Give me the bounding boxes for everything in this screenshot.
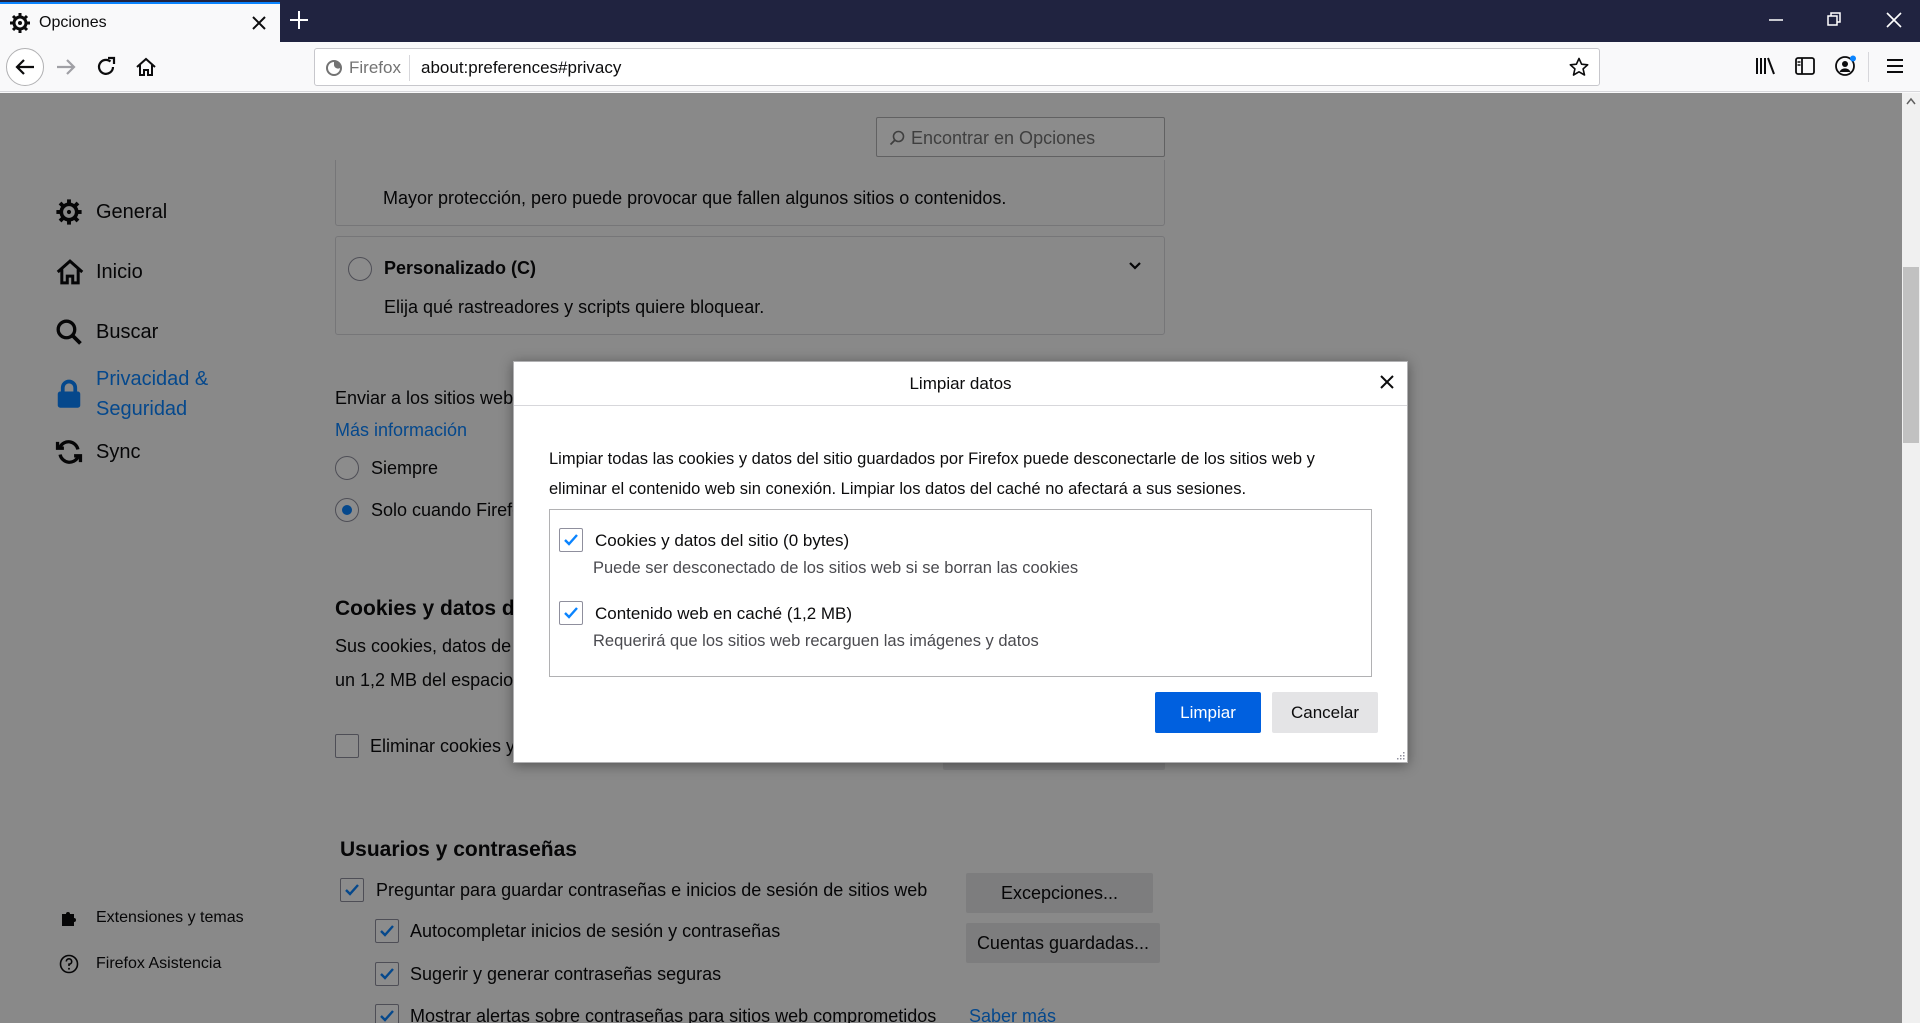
url-text[interactable]: about:preferences#privacy	[421, 58, 621, 78]
scroll-up-icon[interactable]	[1906, 97, 1916, 105]
restore-icon[interactable]	[1826, 10, 1842, 30]
back-button[interactable]	[6, 48, 44, 86]
scrollbar-thumb[interactable]	[1903, 267, 1919, 443]
cached-content-checkbox[interactable]	[559, 601, 583, 625]
clear-button[interactable]: Limpiar	[1155, 692, 1261, 733]
menu-icon[interactable]	[1885, 55, 1905, 77]
url-bar[interactable]: Firefox about:preferences#privacy	[314, 48, 1600, 86]
reload-icon	[97, 56, 116, 75]
identity-box[interactable]: Firefox	[321, 55, 410, 81]
close-icon[interactable]	[1379, 374, 1395, 390]
star-icon[interactable]	[1569, 57, 1589, 77]
checkmark-icon	[564, 607, 578, 619]
cookies-site-data-checkbox[interactable]	[559, 528, 583, 552]
gear-icon	[10, 13, 30, 33]
plus-icon[interactable]	[288, 9, 310, 31]
cancel-button[interactable]: Cancelar	[1272, 692, 1378, 733]
dialog-header: Limpiar datos	[514, 362, 1407, 406]
dialog-title: Limpiar datos	[909, 374, 1012, 393]
navigation-toolbar: Firefox about:preferences#privacy	[0, 42, 1920, 92]
sidebar-icon[interactable]	[1794, 55, 1816, 77]
library-icon[interactable]	[1754, 55, 1776, 77]
minimize-icon[interactable]	[1768, 10, 1784, 30]
home-icon	[136, 57, 156, 76]
home-button[interactable]	[130, 51, 162, 83]
dialog-options-box: Cookies y datos del sitio (0 bytes) Pued…	[549, 509, 1372, 677]
cached-content-label: Contenido web en caché (1,2 MB)	[595, 604, 853, 623]
title-bar: Opciones	[0, 0, 1920, 42]
arrow-right-icon	[57, 59, 76, 75]
tab-title: Opciones	[39, 14, 107, 31]
toolbar-divider	[1868, 52, 1869, 82]
cookies-site-data-description: Puede ser desconectado de los sitios web…	[593, 559, 1079, 577]
cached-content-description: Requerirá que los sitios web recarguen l…	[593, 632, 1039, 650]
resize-grip-icon[interactable]	[1395, 750, 1405, 760]
cookies-site-data-label: Cookies y datos del sitio (0 bytes)	[595, 531, 850, 550]
clear-data-dialog: Limpiar datos Limpiar todas las cookies …	[513, 361, 1408, 763]
forward-button[interactable]	[50, 51, 82, 83]
account-icon[interactable]	[1834, 55, 1858, 77]
identity-label: Firefox	[349, 58, 401, 77]
close-tab-icon[interactable]	[250, 14, 268, 32]
dialog-description: Limpiar todas las cookies y datos del si…	[549, 450, 1315, 498]
checkmark-icon	[564, 534, 578, 546]
scrollbar[interactable]	[1902, 93, 1920, 1023]
reload-button[interactable]	[90, 51, 122, 83]
close-window-icon[interactable]	[1885, 10, 1903, 30]
firefox-icon	[326, 60, 342, 76]
arrow-left-icon	[15, 59, 34, 75]
tab-opciones[interactable]: Opciones	[0, 2, 280, 42]
